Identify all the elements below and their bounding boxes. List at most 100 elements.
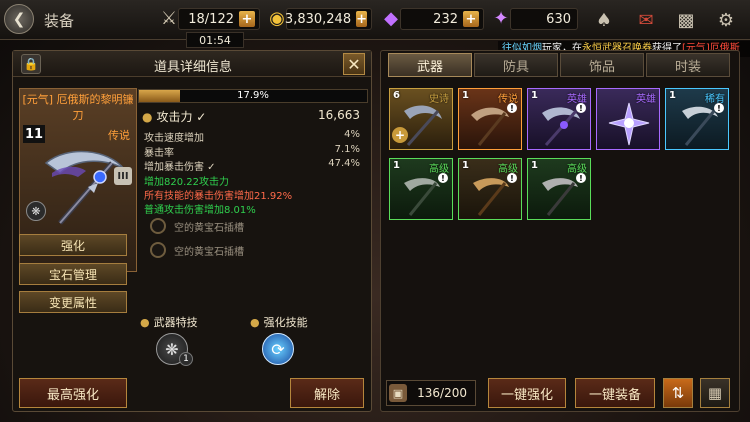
attack-label: 攻击力 ✓ [156,110,207,124]
timer-value: 01:54 [199,33,231,47]
sort-button[interactable]: ⇅ [663,378,693,408]
gem-socket-2[interactable]: 空的黄宝石插槽 [150,241,310,259]
gem-socket-1[interactable]: 空的黄宝石插槽 [150,217,310,235]
crystal-icon: ✦ [493,7,509,29]
stat-label: 攻击速度增加 [144,133,204,144]
stat-value: 4% [344,129,360,140]
stat-row: 增加暴击伤害 ✓ 47.4% [144,158,362,173]
add-icon: + [392,127,408,143]
tab-costume[interactable]: 时装 [646,53,730,77]
capacity-value: 136/200 [417,386,467,400]
change-attribute-button[interactable]: 变更属性 [19,291,127,313]
bag-icon: ▣ [389,384,407,402]
grid-icon: ▦ [707,384,723,402]
gem-icon: ◆ [384,7,398,29]
scythe-icon [471,107,509,146]
scythe-icon [404,178,440,216]
grid-view-button[interactable]: ▦ [700,378,730,408]
close-button[interactable]: ✕ [343,53,365,75]
inventory-slot[interactable]: 英雄 [596,88,660,150]
stamina-value: 18/122 [188,11,234,27]
gold-counter: 3,830,248 + [284,8,372,30]
stat-label: 增加暴击伤害 ✓ [144,162,216,173]
gold-add-button[interactable]: + [356,11,367,27]
inventory-slot[interactable]: 1 英雄 ! [527,88,591,150]
stamina-icon: ⚔ [160,7,178,29]
gear-icon[interactable]: ⚙ [712,6,740,34]
stat-row: 暴击率 7.1% [144,144,362,159]
scythe-icon [682,106,718,146]
release-button[interactable]: 解除 [290,378,364,408]
mail-icon[interactable]: ✉ [632,6,660,34]
slot-count: 1 [462,90,469,101]
gem-manage-button[interactable]: 宝石管理 [19,263,127,285]
scythe-icon [473,178,509,216]
scythe-icon [542,178,578,216]
crystal-value: 630 [546,11,571,27]
slot-count: 1 [393,160,400,171]
item-level: 11 [23,125,45,143]
inventory-slot[interactable]: 1 稀有 ! [665,88,729,150]
event-timer: 01:54 [186,32,244,48]
top-bar: ❮ 装备 ⚔ 18/122 + ◉ 3,830,248 + ◆ 232 + ✦ … [0,0,750,40]
inventory-slot[interactable]: 1 高级 ! [389,158,453,220]
progress-label: 17.9% [237,90,269,101]
stat-value: 47.4% [328,158,360,169]
enhance-button[interactable]: 强化 [19,234,127,256]
inventory-slot[interactable]: 1 高级 ! [458,158,522,220]
arrow-left-icon: ❮ [12,10,26,28]
bonus-normal-attack: 普通攻击伤害增加8.01% [144,205,256,216]
bonus-skill-crit: 所有技能的暴击伤害增加21.92% [144,191,293,202]
attack-value: 16,663 [318,108,360,122]
stamina-add-button[interactable]: + [239,11,255,27]
slot-count: 1 [531,90,538,101]
gold-value: 3,830,248 [284,11,352,27]
tier-badge: III [114,167,132,185]
equip-all-button[interactable]: 一键装备 [575,378,655,408]
chat-icon[interactable]: ▩ [672,6,700,34]
weapon-skill-count: 1 [179,352,193,366]
scythe-icon [44,150,125,225]
inventory-slot[interactable]: 6 史诗 + [389,88,453,150]
inventory-slot[interactable]: 1 传说 ! [458,88,522,150]
gem-value: 232 [433,11,458,27]
back-button[interactable]: ❮ [4,4,34,34]
socket-ring-icon [150,242,166,258]
slot-count: 1 [531,160,538,171]
stat-value: 7.1% [334,144,360,155]
slot-count: 6 [393,90,400,101]
sort-icon: ⇅ [671,384,685,402]
max-enhance-button[interactable]: 最高强化 [19,378,127,408]
star-crystal-icon [608,102,650,146]
scythe-icon [542,107,580,146]
lock-icon[interactable]: 🔒 [21,54,41,74]
detail-title: 道具详细信息 [153,60,232,75]
bonus-attack: 增加820.22攻击力 [144,177,229,188]
item-grade: 传说 [108,129,130,142]
gem-add-button[interactable]: + [463,11,479,27]
emblem-icon: ❋ [26,201,46,221]
enhance-progress-bar: 17.9% [138,89,368,103]
socket-ring-icon [150,218,166,234]
weapon-skill-label: ● 武器特技 [140,316,198,329]
tab-accessory[interactable]: 饰品 [560,53,644,77]
attack-row: ● 攻击力 ✓ 16,663 [142,108,360,124]
crown-bell-icon[interactable]: ♠ [590,6,618,34]
enhance-skill-icon[interactable]: ⟳ [262,333,294,365]
gem-counter: 232 + [400,8,484,30]
slot-count: 1 [669,90,676,101]
socket-label: 空的黄宝石插槽 [174,246,244,258]
stat-row: 攻击速度增加 4% [144,129,362,144]
enhance-skill-text: 强化技能 [263,316,308,329]
page-title: 装备 [44,12,75,30]
crystal-counter: 630 [510,8,578,30]
item-name: [元气] 厄俄斯的黎明镰刀 [22,93,134,122]
tab-armor[interactable]: 防具 [474,53,558,77]
weapon-skill-text: 武器特技 [153,316,198,329]
tab-weapon[interactable]: 武器 [388,53,472,77]
detail-header: 🔒 道具详细信息 ✕ [13,51,371,77]
enhance-all-button[interactable]: 一键强化 [488,378,566,408]
stamina-counter: 18/122 + [178,8,260,30]
inventory-slot[interactable]: 1 高级 ! [527,158,591,220]
slot-count: 1 [462,160,469,171]
